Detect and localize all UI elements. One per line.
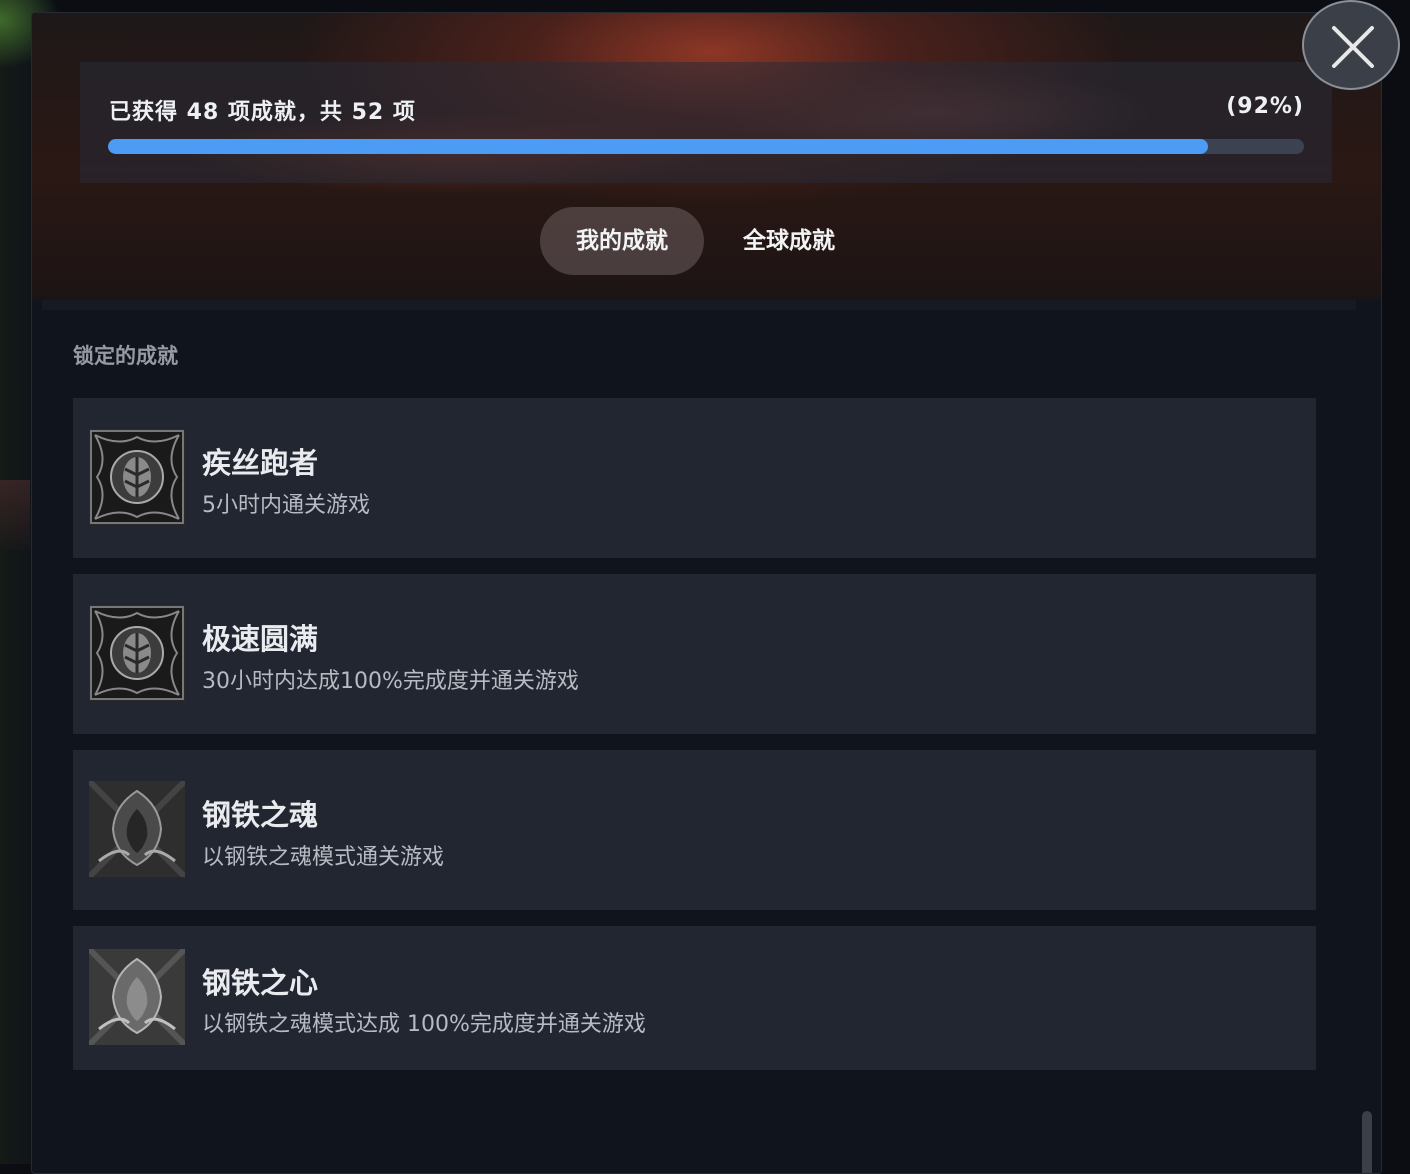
achievement-description: 5小时内通关游戏 <box>202 493 370 518</box>
progress-bar <box>108 139 1304 154</box>
achievement-list-area[interactable]: 锁定的成就 疾丝跑者 5小时内通关游戏 极速圆满 30小时内达成100%完成度并… <box>32 300 1381 1173</box>
achievement-title: 钢铁之心 <box>202 966 319 1000</box>
modal-header: 已获得 48 项成就，共 52 项 (92%) 我的成就 全球成就 <box>32 13 1381 300</box>
achievement-item[interactable]: 钢铁之心 以钢铁之魂模式达成 100%完成度并通关游戏 <box>73 926 1316 1070</box>
tab-my-achievements[interactable]: 我的成就 <box>540 207 704 275</box>
tab-global-achievements[interactable]: 全球成就 <box>704 207 874 275</box>
achievement-item[interactable]: 疾丝跑者 5小时内通关游戏 <box>73 398 1316 558</box>
list-top-edge <box>42 300 1356 310</box>
achievement-item[interactable]: 钢铁之魂 以钢铁之魂模式通关游戏 <box>73 750 1316 910</box>
close-button[interactable] <box>1302 0 1400 90</box>
section-heading-locked: 锁定的成就 <box>73 344 178 368</box>
achievement-item[interactable]: 极速圆满 30小时内达成100%完成度并通关游戏 <box>73 574 1316 734</box>
leaf-emblem-icon <box>89 429 185 525</box>
progress-bar-fill <box>108 139 1209 154</box>
achievement-title: 疾丝跑者 <box>202 446 319 480</box>
achievement-description: 以钢铁之魂模式达成 100%完成度并通关游戏 <box>202 1012 646 1037</box>
scrollbar-thumb[interactable] <box>1362 1111 1372 1173</box>
background-blur <box>0 480 30 550</box>
steel-heart-icon <box>89 949 185 1045</box>
progress-percent: (92%) <box>1226 94 1304 119</box>
steel-soul-icon <box>89 781 185 877</box>
progress-panel: 已获得 48 项成就，共 52 项 (92%) <box>80 62 1332 183</box>
achievement-title: 钢铁之魂 <box>202 798 319 832</box>
achievements-modal: 已获得 48 项成就，共 52 项 (92%) 我的成就 全球成就 锁定的成就 <box>31 12 1382 1174</box>
leaf-emblem-icon <box>89 605 185 701</box>
achievement-description: 以钢铁之魂模式通关游戏 <box>202 845 445 870</box>
achievement-title: 极速圆满 <box>202 622 319 656</box>
close-icon <box>1332 26 1374 68</box>
progress-summary: 已获得 48 项成就，共 52 项 <box>109 100 416 125</box>
achievement-description: 30小时内达成100%完成度并通关游戏 <box>202 669 579 694</box>
